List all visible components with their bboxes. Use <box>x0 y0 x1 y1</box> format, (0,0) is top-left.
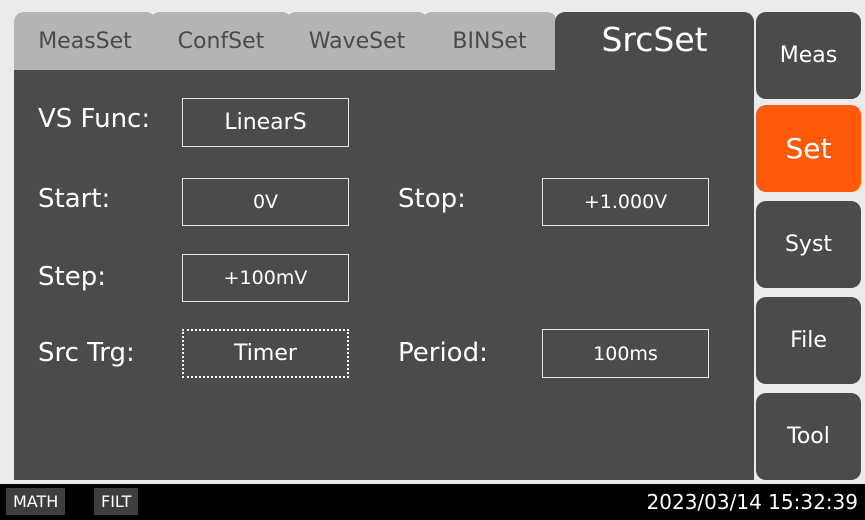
side-menu-meas[interactable]: Meas <box>756 12 861 99</box>
step-field[interactable]: +100mV <box>182 254 349 302</box>
step-label: Step: <box>38 262 106 292</box>
side-menu-syst[interactable]: Syst <box>756 201 861 288</box>
period-label: Period: <box>398 338 488 368</box>
start-label: Start: <box>38 184 111 214</box>
tab-waveset[interactable]: WaveSet <box>286 12 428 70</box>
math-badge: MATH <box>6 488 66 515</box>
tab-confset[interactable]: ConfSet <box>150 12 292 70</box>
stop-label: Stop: <box>398 184 466 214</box>
start-field[interactable]: 0V <box>182 178 349 226</box>
period-field[interactable]: 100ms <box>542 329 709 378</box>
status-bar: MATH FILT 2023/03/14 15:32:39 <box>0 484 865 520</box>
tab-binset[interactable]: BINSet <box>422 12 557 70</box>
src-trg-field[interactable]: Timer <box>182 329 349 378</box>
side-menu-set[interactable]: Set <box>756 105 861 192</box>
tab-srcset[interactable]: SrcSet <box>555 12 754 70</box>
stop-field[interactable]: +1.000V <box>542 178 709 226</box>
src-trg-label: Src Trg: <box>38 338 135 368</box>
side-menu-tool[interactable]: Tool <box>756 393 861 480</box>
side-menu-file[interactable]: File <box>756 297 861 384</box>
source-settings-panel: VS Func: LinearS Start: 0V Stop: +1.000V… <box>14 70 754 480</box>
tab-measset[interactable]: MeasSet <box>14 12 156 70</box>
tab-bar: MeasSet ConfSet WaveSet BINSet SrcSet <box>14 12 754 70</box>
datetime-display: 2023/03/14 15:32:39 <box>646 490 858 514</box>
filt-badge: FILT <box>94 488 139 515</box>
vs-func-field[interactable]: LinearS <box>182 98 349 147</box>
vs-func-label: VS Func: <box>38 104 151 134</box>
